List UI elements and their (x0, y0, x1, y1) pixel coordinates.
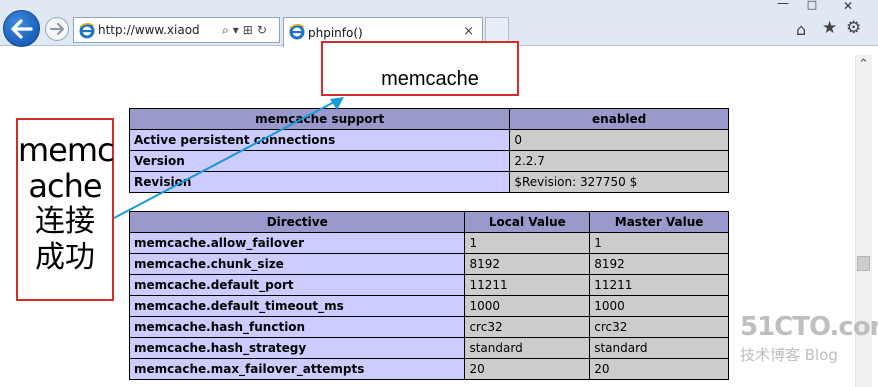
home-icon[interactable]: ⌂ (796, 20, 806, 39)
compatibility-view-icon[interactable]: ⊞ (243, 23, 253, 37)
row-key: Active persistent connections (128, 129, 511, 151)
master-value: 11211 (589, 274, 729, 296)
table-header-row: Directive Local Value Master Value (128, 211, 729, 233)
row-value: 0 (509, 129, 729, 151)
tab-label: phpinfo() (308, 25, 363, 40)
browser-toolbar: http://www.xiaod ⌕ ▾ ⊞ ↻ phpinfo() × — □… (0, 0, 878, 47)
minimize-icon[interactable]: — (770, 0, 796, 14)
dropdown-icon[interactable]: ▾ (233, 23, 239, 37)
watermark-subtitle: 技术博客 Blog (740, 346, 838, 364)
column-header: Directive (128, 211, 466, 233)
directive-table: Directive Local Value Master Value memca… (128, 211, 729, 380)
directive-name: memcache.default_timeout_ms (128, 295, 466, 317)
annotation-line: ache (28, 167, 102, 205)
table-row: memcache.hash_strategy standard standard (128, 337, 729, 359)
directive-name: memcache.allow_failover (128, 232, 466, 254)
master-value: 20 (589, 358, 729, 380)
table-row: memcache.hash_function crc32 crc32 (128, 316, 729, 338)
column-header: Local Value (464, 211, 591, 233)
address-bar[interactable]: http://www.xiaod ⌕ ▾ ⊞ ↻ (73, 17, 280, 43)
ie-logo-icon (79, 23, 95, 39)
master-value: 1 (589, 232, 729, 254)
search-icon[interactable]: ⌕ (222, 23, 229, 38)
watermark-logo: 51CTO.com (740, 312, 878, 342)
row-key: Revision (128, 171, 511, 193)
directive-name: memcache.max_failover_attempts (128, 358, 466, 380)
memcache-support-table: memcache support enabled Active persiste… (128, 108, 729, 193)
directive-name: memcache.hash_strategy (128, 337, 466, 359)
section-title-memcache: memcache (321, 41, 519, 96)
table-row: Revision $Revision: 327750 $ (128, 171, 729, 193)
back-button[interactable] (3, 10, 40, 47)
scrollbar-thumb[interactable] (857, 256, 870, 271)
column-header: memcache support (128, 108, 511, 130)
local-value: 1 (464, 232, 591, 254)
master-value: 1000 (589, 295, 729, 317)
local-value: 8192 (464, 253, 591, 275)
table-header-row: memcache support enabled (128, 108, 729, 130)
close-window-icon[interactable]: ✕ (828, 0, 868, 14)
close-tab-icon[interactable]: × (463, 24, 474, 39)
column-header: Master Value (589, 211, 729, 233)
ie-logo-icon (289, 24, 305, 40)
url-text[interactable]: http://www.xiaod (98, 23, 218, 37)
table-row: Active persistent connections 0 (128, 129, 729, 151)
master-value: standard (589, 337, 729, 359)
gear-icon[interactable]: ⚙ (846, 18, 861, 38)
back-arrow-icon (10, 18, 33, 39)
table-row: memcache.default_port 11211 11211 (128, 274, 729, 296)
maximize-icon[interactable]: □ (799, 0, 825, 14)
local-value: 11211 (464, 274, 591, 296)
local-value: standard (464, 337, 591, 359)
forward-button[interactable] (45, 17, 69, 41)
refresh-icon[interactable]: ↻ (257, 23, 267, 37)
row-value: 2.2.7 (509, 150, 729, 172)
annotation-box: memc ache 连接 成功 (16, 118, 115, 301)
local-value: crc32 (464, 316, 591, 338)
master-value: 8192 (589, 253, 729, 275)
column-header: enabled (509, 108, 729, 130)
table-row: memcache.default_timeout_ms 1000 1000 (128, 295, 729, 317)
table-row: memcache.max_failover_attempts 20 20 (128, 358, 729, 380)
directive-name: memcache.chunk_size (128, 253, 466, 275)
local-value: 1000 (464, 295, 591, 317)
master-value: crc32 (589, 316, 729, 338)
table-row: Version 2.2.7 (128, 150, 729, 172)
row-key: Version (128, 150, 511, 172)
scroll-up-icon[interactable]: ⌃ (855, 58, 872, 74)
annotation-line: memc (18, 131, 115, 169)
watermark: 51CTO.com 技术博客 Blog (740, 312, 878, 384)
local-value: 20 (464, 358, 591, 380)
directive-name: memcache.default_port (128, 274, 466, 296)
forward-arrow-icon (50, 23, 64, 35)
table-row: memcache.allow_failover 1 1 (128, 232, 729, 254)
annotation-line: 连接 (35, 204, 95, 239)
directive-name: memcache.hash_function (128, 316, 466, 338)
annotation-line: 成功 (35, 240, 95, 275)
favorites-star-icon[interactable]: ★ (822, 18, 837, 38)
row-value: $Revision: 327750 $ (509, 171, 729, 193)
table-row: memcache.chunk_size 8192 8192 (128, 253, 729, 275)
